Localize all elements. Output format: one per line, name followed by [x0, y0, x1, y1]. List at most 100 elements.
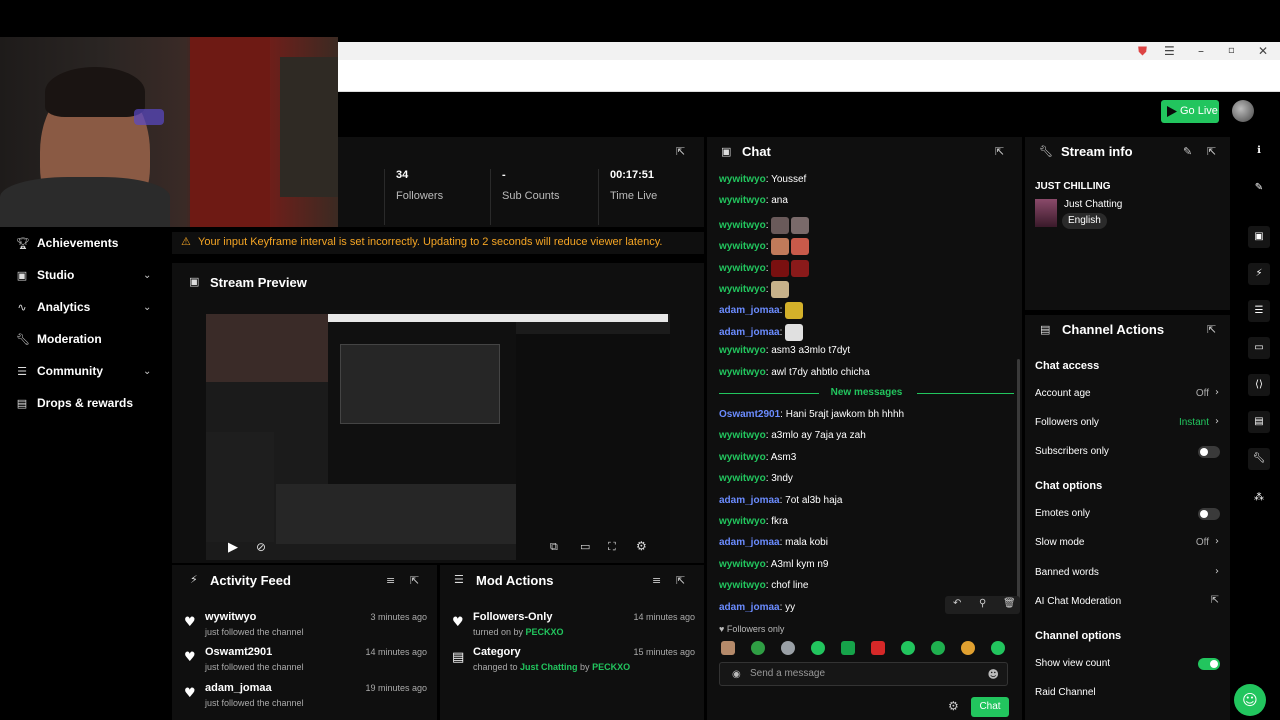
sidebar-item-analytics[interactable]: ∿ Analytics ⌄	[0, 292, 172, 322]
chat-username[interactable]: Oswamt2901	[719, 409, 780, 420]
mod-action-name: Followers-Only	[473, 611, 553, 623]
chat-username[interactable]: wywitwyo	[719, 263, 766, 274]
filter-icon[interactable]: ≡	[652, 574, 661, 587]
sidebar-item-studio[interactable]: ▣ Studio ⌄	[0, 260, 172, 290]
slow-mode-setting[interactable]: Slow mode Off ›	[1035, 536, 1225, 552]
chat-username[interactable]: wywitwyo	[719, 284, 766, 295]
chat-username[interactable]: wywitwyo	[719, 367, 766, 378]
chat-username[interactable]: adam_jomaa	[719, 602, 780, 613]
avatar[interactable]	[1232, 100, 1254, 122]
chat-username[interactable]: wywitwyo	[719, 195, 766, 206]
chat-username[interactable]: wywitwyo	[719, 559, 766, 570]
chat-message-input[interactable]: ◉ Send a message ☻	[719, 662, 1008, 686]
category-name[interactable]: Just Chatting	[520, 662, 578, 672]
popout-icon[interactable]: ⇱	[1207, 145, 1216, 158]
menu-icon[interactable]: ☰	[1164, 42, 1175, 60]
moderator-name[interactable]: PECKXO	[592, 662, 630, 672]
chat-username[interactable]: wywitwyo	[719, 516, 766, 527]
chat-username[interactable]: wywitwyo	[719, 430, 766, 441]
edit-icon[interactable]: ✎	[1248, 177, 1270, 199]
chat-send-button[interactable]: Chat	[971, 697, 1009, 717]
list-icon[interactable]: ☰	[1248, 300, 1270, 322]
close-icon[interactable]: ✕	[1258, 42, 1268, 60]
banned-words-setting[interactable]: Banned words ›	[1035, 566, 1225, 582]
sidebar-item-moderation[interactable]: 🔧︎ Moderation	[0, 324, 172, 354]
chat-scrollbar[interactable]	[1017, 359, 1020, 609]
emote-icon[interactable]	[901, 641, 915, 655]
channel-icon[interactable]: ▤	[1248, 411, 1270, 433]
lightning-icon[interactable]: ⚡︎	[1248, 263, 1270, 285]
sidebar-item-label: Community	[37, 364, 103, 378]
chat-username[interactable]: wywitwyo	[719, 452, 766, 463]
pip-icon[interactable]: ⧉	[550, 540, 558, 554]
chat-settings-icon[interactable]: ⚙	[948, 699, 959, 713]
emote-icon[interactable]	[781, 641, 795, 655]
sidebar-item-achievements[interactable]: 🏆︎ Achievements	[0, 228, 172, 258]
chat-username[interactable]: wywitwyo	[719, 174, 766, 185]
reply-icon[interactable]: ↶	[953, 598, 961, 609]
emote-icon[interactable]	[871, 641, 885, 655]
sidebar-item-community[interactable]: ☰ Community ⌄	[0, 356, 172, 386]
emote-icon[interactable]	[841, 641, 855, 655]
followers-only-setting[interactable]: Followers only Instant ›	[1035, 416, 1225, 432]
chat-icon[interactable]: ▭	[1248, 337, 1270, 359]
show-view-count-toggle[interactable]	[1198, 658, 1220, 670]
chat-username[interactable]: adam_jomaa	[719, 306, 780, 317]
emotes-only-toggle[interactable]	[1198, 508, 1220, 520]
emoji-icon[interactable]: ☻	[988, 664, 999, 686]
shield-icon[interactable]: ⛊	[1138, 42, 1147, 60]
play-icon[interactable]: ▶	[228, 540, 238, 555]
stream-preview-icon[interactable]: ▣	[1248, 226, 1270, 248]
emote-icon[interactable]	[961, 641, 975, 655]
apps-icon[interactable]: ⁂	[1248, 487, 1270, 509]
feed-username[interactable]: adam_jomaa	[205, 682, 272, 694]
go-live-button[interactable]: Go Live	[1161, 100, 1219, 123]
popout-icon[interactable]: ⇱	[410, 574, 419, 587]
code-icon[interactable]: ⟨⟩	[1248, 374, 1270, 396]
chat-username[interactable]: wywitwyo	[719, 241, 766, 252]
theater-icon[interactable]: ▭	[580, 540, 590, 553]
settings-icon[interactable]: ⚙	[636, 539, 647, 553]
raid-channel-setting[interactable]: Raid Channel	[1035, 686, 1225, 702]
chevron-right-icon: ›	[1215, 387, 1219, 398]
chat-username[interactable]: wywitwyo	[719, 345, 766, 356]
minimize-icon[interactable]: –	[1198, 42, 1204, 60]
popout-icon[interactable]: ⇱	[676, 145, 685, 158]
info-icon[interactable]: ℹ	[1248, 140, 1270, 162]
emote-icon[interactable]	[811, 641, 825, 655]
chat-username[interactable]: wywitwyo	[719, 220, 766, 231]
account-age-setting[interactable]: Account age Off ›	[1035, 387, 1225, 403]
wrench-icon[interactable]: 🔧︎	[1248, 448, 1270, 470]
feed-username[interactable]: Oswamt2901	[205, 646, 272, 658]
stream-preview-video[interactable]: ▶ ⊘ ⧉ ▭ ⛶ ⚙	[206, 314, 670, 560]
emote-icon	[791, 259, 810, 277]
sidebar-item-drops-rewards[interactable]: ▤ Drops & rewards	[0, 388, 172, 418]
popout-icon[interactable]: ⇱	[1207, 323, 1216, 336]
mute-icon[interactable]: ⊘	[256, 540, 266, 554]
chat-username[interactable]: wywitwyo	[719, 473, 766, 484]
fullscreen-icon[interactable]: ⛶	[608, 540, 616, 554]
subscribers-only-toggle[interactable]	[1198, 446, 1220, 458]
stream-category[interactable]: Just Chatting	[1064, 199, 1122, 210]
chat-username[interactable]: adam_jomaa	[719, 537, 780, 548]
popout-icon[interactable]: ⇱	[676, 574, 685, 587]
restore-icon[interactable]: ▫	[1228, 42, 1235, 60]
edit-icon[interactable]: ✎	[1183, 145, 1192, 158]
feed-username[interactable]: wywitwyo	[205, 611, 256, 623]
trash-icon[interactable]: 🗑︎	[1003, 598, 1016, 609]
popout-icon[interactable]: ⇱	[995, 145, 1004, 158]
help-chat-button[interactable]: ☺	[1234, 684, 1266, 716]
filter-icon[interactable]: ≡	[386, 574, 395, 587]
moderator-name[interactable]: PECKXO	[526, 627, 564, 637]
emote-icon[interactable]	[991, 641, 1005, 655]
chat-username[interactable]: adam_jomaa	[719, 327, 780, 338]
chat-username[interactable]: wywitwyo	[719, 580, 766, 591]
address-bar[interactable]	[338, 60, 1280, 92]
ai-chat-moderation-setting[interactable]: AI Chat Moderation ⇱	[1035, 595, 1225, 611]
chat-username[interactable]: adam_jomaa	[719, 495, 780, 506]
pin-icon[interactable]: ⚲	[979, 598, 986, 609]
emote-icon[interactable]	[931, 641, 945, 655]
chat-message: adam_jomaa: 7ot al3b haja	[719, 495, 842, 506]
emote-icon[interactable]	[721, 641, 735, 655]
emote-icon[interactable]	[751, 641, 765, 655]
